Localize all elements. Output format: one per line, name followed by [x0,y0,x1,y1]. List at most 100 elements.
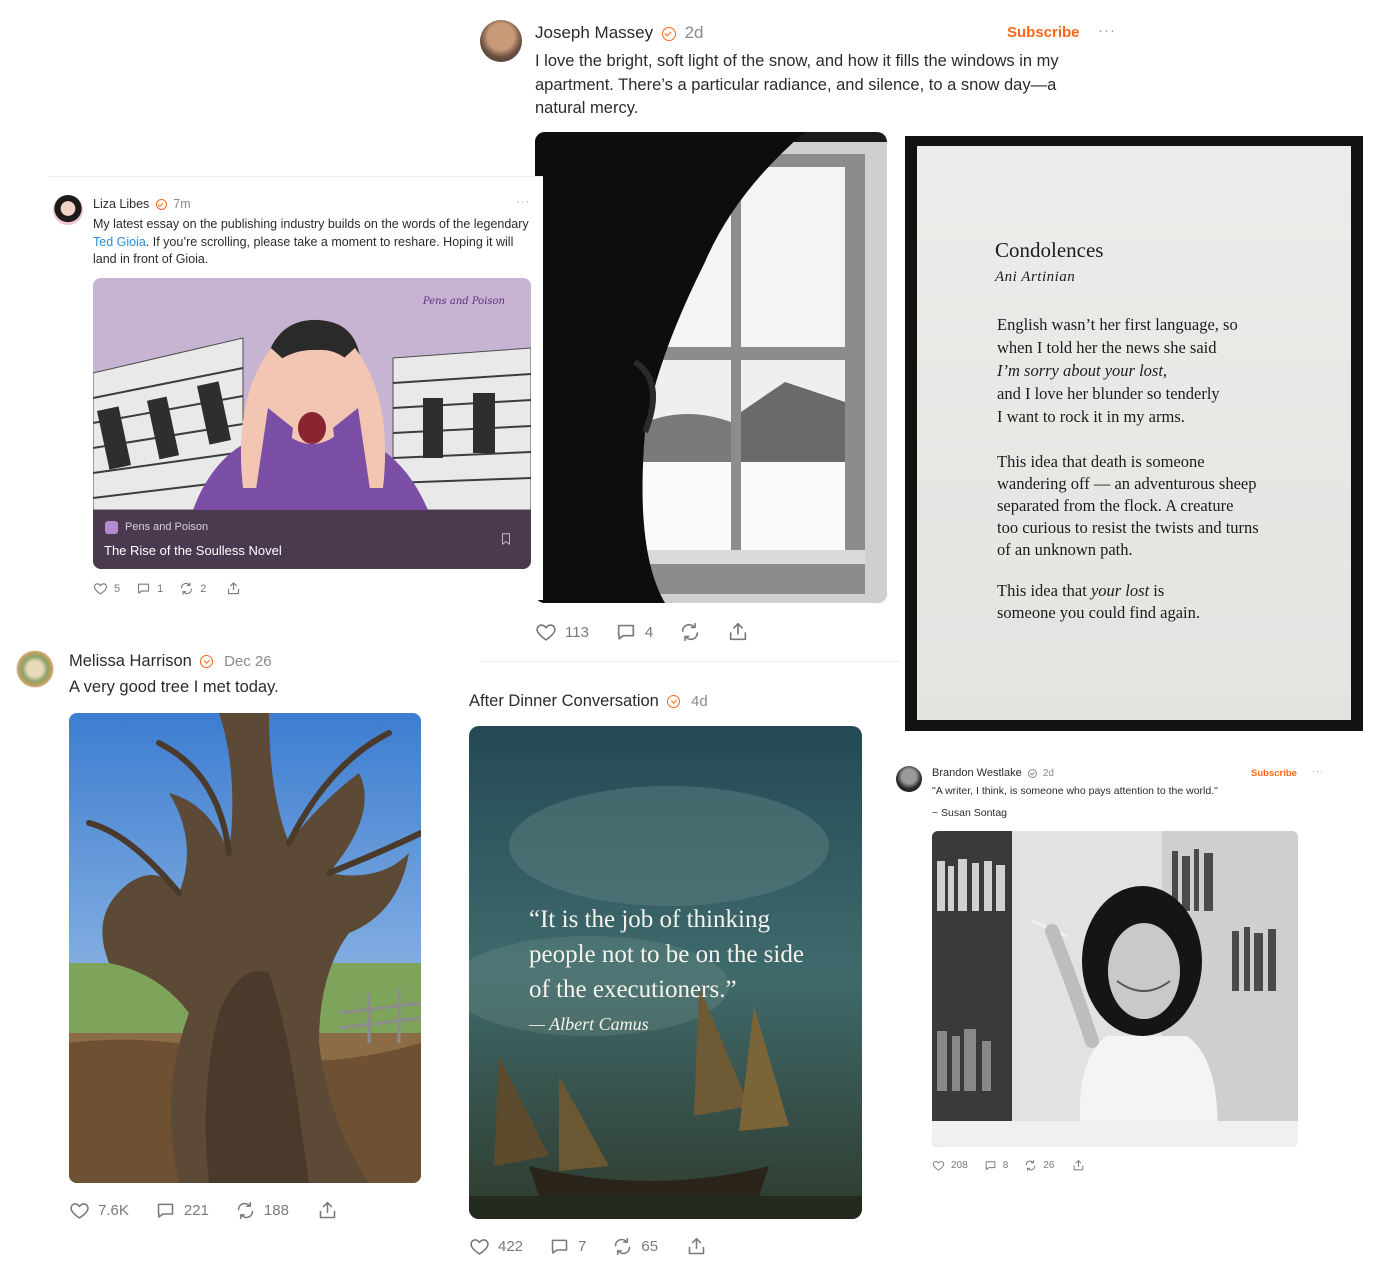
more-options-icon[interactable]: ··· [1098,22,1116,39]
verified-badge-icon [667,695,681,709]
post-adc: After Dinner Conversation 4d “It is the … [468,684,878,1274]
window-illustration [535,132,887,603]
post-actions: 208 8 26 [932,1159,1085,1172]
poem-line: This idea that death is someone [997,452,1205,471]
card-publication: Pens and Poison [125,521,209,533]
author-name[interactable]: After Dinner Conversation [469,692,659,710]
poem-line: wandering off — an adventurous sheep [997,474,1257,493]
post-actions: 422 7 65 [469,1236,707,1257]
restack-icon [1024,1159,1037,1172]
author-name[interactable]: Brandon Westlake [932,767,1022,779]
quote-text: “It is the job of thinking people not to… [529,906,804,1003]
like-button[interactable]: 7.6K [69,1200,129,1221]
share-button[interactable] [1072,1159,1085,1172]
sontag-photo[interactable] [932,831,1298,1147]
more-options-icon[interactable]: ··· [1312,766,1324,776]
like-button[interactable]: 113 [535,621,589,643]
quote-author: — Albert Camus [529,1014,649,1034]
comment-count: 221 [183,1202,209,1219]
verified-badge-icon [200,655,214,669]
poem-line: too curious to resist the twists and tur… [997,518,1259,537]
bookmark-icon[interactable] [499,532,513,546]
post-text-part: My latest essay on the publishing indust… [93,217,529,231]
post-actions: 7.6K 221 188 [69,1200,338,1221]
verified-badge-icon [1027,768,1037,778]
post-time: 2d [684,23,704,42]
post-header: Brandon Westlake 2d [932,766,1054,781]
post-actions: 5 1 2 [93,581,241,596]
share-button[interactable] [317,1200,338,1221]
comment-button[interactable]: 8 [984,1159,1009,1172]
publication-logo-icon [105,521,118,534]
heart-icon [93,581,108,596]
avatar[interactable] [16,650,54,688]
restack-button[interactable]: 26 [1024,1159,1054,1172]
like-button[interactable]: 422 [469,1236,523,1257]
restack-count: 65 [641,1238,659,1255]
comment-count: 7 [578,1238,587,1255]
comment-count: 8 [1002,1160,1009,1171]
poem-fragment: your lost [1090,581,1150,600]
subscribe-button[interactable]: Subscribe [1251,768,1297,779]
share-icon [686,1236,707,1257]
post-time: 4d [691,693,708,710]
post-time: 7m [173,197,191,211]
poem-stanza-1: English wasn’t her first language, so wh… [997,313,1238,428]
restack-count: 26 [1043,1160,1055,1171]
avatar[interactable] [480,20,522,62]
avatar[interactable] [896,766,922,792]
subscribe-button[interactable]: Subscribe [1007,24,1080,41]
share-icon [317,1200,338,1221]
post-time: Dec 26 [224,653,272,670]
comment-button[interactable]: 7 [549,1236,586,1257]
restack-button[interactable]: 188 [235,1200,289,1221]
share-button[interactable] [727,621,749,643]
poem-line: when I told her the news she said [997,338,1217,357]
restack-icon [179,581,194,596]
comment-button[interactable]: 4 [615,621,653,643]
poem-image[interactable]: Condolences Ani Artinian English wasn’t … [905,136,1363,731]
post-time: 2d [1042,768,1054,779]
poem-line: This idea that your lost is [997,580,1200,602]
card-title[interactable]: The Rise of the Soulless Novel [104,543,282,558]
article-card[interactable]: Pens and Poison Pens and Poison The Rise… [93,278,531,569]
poem-line: I’m sorry about your lost, [997,361,1168,380]
avatar[interactable] [53,195,83,225]
tree-photo[interactable] [69,713,421,1183]
restack-button[interactable]: 65 [612,1236,658,1257]
post-text: I love the bright, soft light of the sno… [535,52,1059,117]
comment-icon [615,621,637,643]
comment-count: 1 [157,582,164,595]
comment-button[interactable]: 221 [155,1200,209,1221]
restack-count: 188 [263,1202,289,1219]
like-button[interactable]: 5 [93,581,120,596]
mention-link[interactable]: Ted Gioia [93,235,146,249]
quote-image[interactable]: “It is the job of thinking people not to… [469,726,862,1219]
more-options-icon[interactable]: ··· [516,196,530,208]
share-button[interactable] [686,1236,707,1257]
comment-button[interactable]: 1 [136,581,163,596]
restack-button[interactable]: 2 [179,581,206,596]
author-name[interactable]: Joseph Massey [535,23,653,42]
post-actions: 113 4 [535,621,749,643]
restack-icon [235,1200,256,1221]
restack-button[interactable] [679,621,701,643]
like-count: 113 [565,623,589,641]
author-name[interactable]: Melissa Harrison [69,652,192,670]
poem-line: of an unknown path. [997,540,1133,559]
poem-stanza-2: This idea that death is someone wanderin… [997,451,1259,561]
poem-fragment: This idea that [997,581,1091,600]
poem-author: Ani Artinian [995,269,1076,285]
poem-stanza-3: This idea that your lost is someone you … [997,580,1200,624]
author-name[interactable]: Liza Libes [93,197,149,211]
poem-line: English wasn’t her first language, so [997,315,1238,334]
like-button[interactable]: 208 [932,1159,968,1172]
restack-icon [679,621,701,643]
tree-illustration [69,713,421,1183]
share-button[interactable] [226,581,241,596]
window-photo[interactable] [535,132,887,603]
card-footer: Pens and Poison The Rise of the Soulless… [93,510,531,569]
verified-badge-icon [155,199,167,211]
card-watermark: Pens and Poison [422,296,505,307]
poem-line: I want to rock it in my arms. [997,407,1185,426]
